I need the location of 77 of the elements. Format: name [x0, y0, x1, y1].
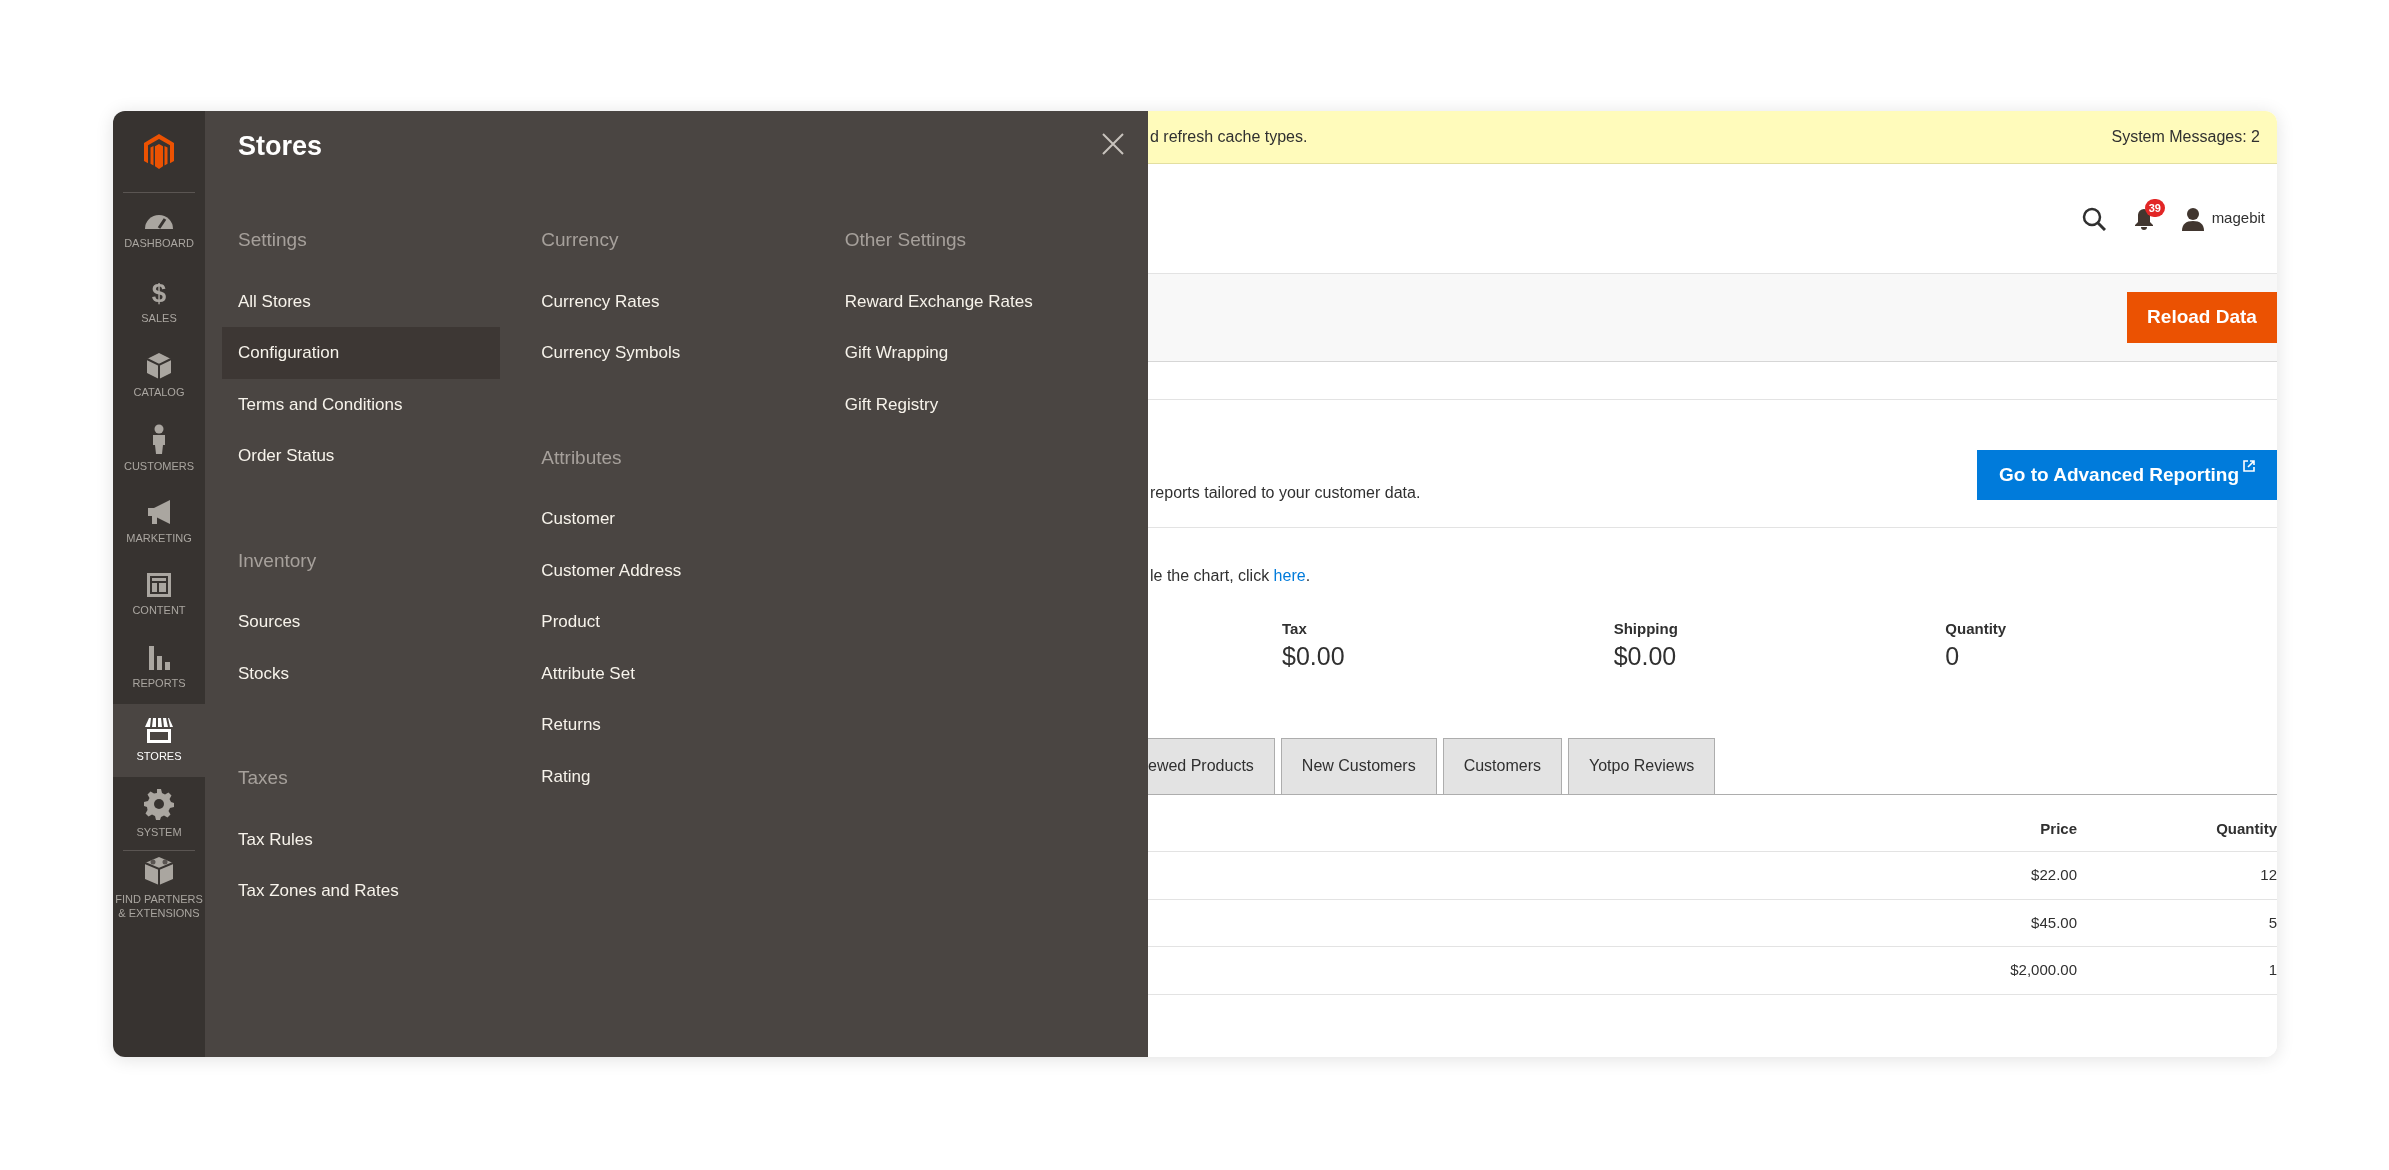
- column-header: Price: [1877, 794, 2077, 852]
- menu-section-heading: Currency: [541, 228, 620, 252]
- layout-icon: [146, 571, 172, 598]
- advanced-reporting-button[interactable]: Go to Advanced Reporting: [1977, 450, 2277, 500]
- table-cell: $45.00: [1877, 899, 2077, 947]
- column-header: Quantity: [2077, 794, 2277, 852]
- table-cell: 5: [2077, 899, 2277, 947]
- menu-link[interactable]: Customer: [525, 493, 804, 545]
- menu-link[interactable]: Currency Rates: [525, 275, 804, 327]
- total-value: $0.00: [1282, 640, 1346, 671]
- sidebar-item[interactable]: REPORTS: [113, 631, 205, 704]
- total-value: 0: [1945, 640, 1961, 671]
- user-icon: [2181, 206, 2204, 231]
- menu-link[interactable]: Configuration: [222, 327, 500, 379]
- close-icon[interactable]: [1102, 133, 1124, 155]
- menu-link[interactable]: Order Status: [222, 430, 500, 482]
- sidebar-item[interactable]: FIND PARTNERS & EXTENSIONS: [113, 851, 205, 924]
- menu-link[interactable]: Returns: [525, 699, 804, 751]
- sidebar-item[interactable]: MARKETING: [113, 485, 205, 558]
- sidebar-item[interactable]: DASHBOARD: [113, 193, 205, 266]
- tab[interactable]: Yotpo Reviews: [1568, 737, 1716, 794]
- total-value: $0.00: [1613, 640, 1678, 671]
- sidebar-item[interactable]: STORES: [113, 704, 205, 777]
- menu-link[interactable]: All Stores: [222, 275, 500, 327]
- gear-icon: [144, 787, 174, 820]
- menu-link[interactable]: Sources: [222, 596, 500, 648]
- sidebar-item[interactable]: CONTENT: [113, 558, 205, 631]
- menu-section-heading: Taxes: [238, 766, 289, 790]
- tab[interactable]: New Customers: [1280, 737, 1437, 794]
- total-label: Tax: [1282, 619, 1308, 639]
- reload-data-button[interactable]: Reload Data: [2127, 292, 2277, 343]
- external-link-icon: [2243, 460, 2255, 472]
- sidebar-item[interactable]: CUSTOMERS: [113, 412, 205, 485]
- bar-chart-icon: [146, 644, 172, 672]
- menu-link[interactable]: Product: [525, 596, 804, 648]
- table-cell: $2,000.00: [1877, 947, 2077, 995]
- table-cell: 12: [2077, 852, 2277, 900]
- notification-count: 39: [2144, 198, 2165, 217]
- total-label: Shipping: [1613, 619, 1679, 639]
- table-cell: $22.00: [1877, 852, 2077, 900]
- blocks-icon: [143, 855, 175, 888]
- menu-link[interactable]: Gift Registry: [828, 378, 1107, 430]
- here-link[interactable]: here: [1273, 567, 1306, 584]
- menu-link[interactable]: Rating: [525, 750, 804, 802]
- menu-title: Stores: [238, 130, 323, 163]
- search-icon[interactable]: [2081, 206, 2106, 231]
- logo-icon[interactable]: [144, 133, 174, 170]
- store-icon: [143, 717, 175, 745]
- sidebar-item[interactable]: $ SALES: [113, 266, 205, 339]
- menu-section-heading: Attributes: [541, 445, 623, 470]
- box-icon: [145, 351, 173, 380]
- sidebar-item[interactable]: CATALOG: [113, 339, 205, 412]
- menu-link[interactable]: Stocks: [222, 647, 500, 699]
- megaphone-icon: [146, 497, 172, 526]
- sidebar-item[interactable]: SYSTEM: [113, 777, 205, 850]
- menu-link[interactable]: Tax Zones and Rates: [222, 865, 500, 917]
- reporting-description: reports tailored to your customer data.: [1150, 483, 1421, 503]
- table-cell: 1: [2077, 947, 2277, 995]
- system-messages-count[interactable]: System Messages: 2: [2111, 125, 2260, 149]
- menu-section-heading: Settings: [238, 228, 308, 252]
- user-menu[interactable]: magebit: [2211, 207, 2265, 230]
- menu-link[interactable]: Reward Exchange Rates: [828, 275, 1107, 327]
- menu-link[interactable]: Currency Symbols: [525, 327, 804, 379]
- menu-link[interactable]: Gift Wrapping: [828, 327, 1107, 379]
- tab[interactable]: Customers: [1442, 737, 1562, 794]
- menu-link[interactable]: Attribute Set: [525, 647, 804, 699]
- menu-link[interactable]: Terms and Conditions: [222, 378, 500, 430]
- tab[interactable]: ewed Products: [1148, 737, 1275, 794]
- total-label: Quantity: [1945, 619, 2008, 639]
- menu-link[interactable]: Customer Address: [525, 544, 804, 596]
- menu-section-heading: Other Settings: [844, 228, 968, 252]
- person-icon: [151, 423, 167, 454]
- chart-note: le the chart, click here.: [1149, 566, 1312, 586]
- menu-link[interactable]: Tax Rules: [222, 813, 500, 865]
- system-message-text: d refresh cache types.: [1150, 127, 1308, 147]
- dollar-icon: $: [151, 279, 167, 306]
- menu-section-heading: Inventory: [238, 548, 318, 573]
